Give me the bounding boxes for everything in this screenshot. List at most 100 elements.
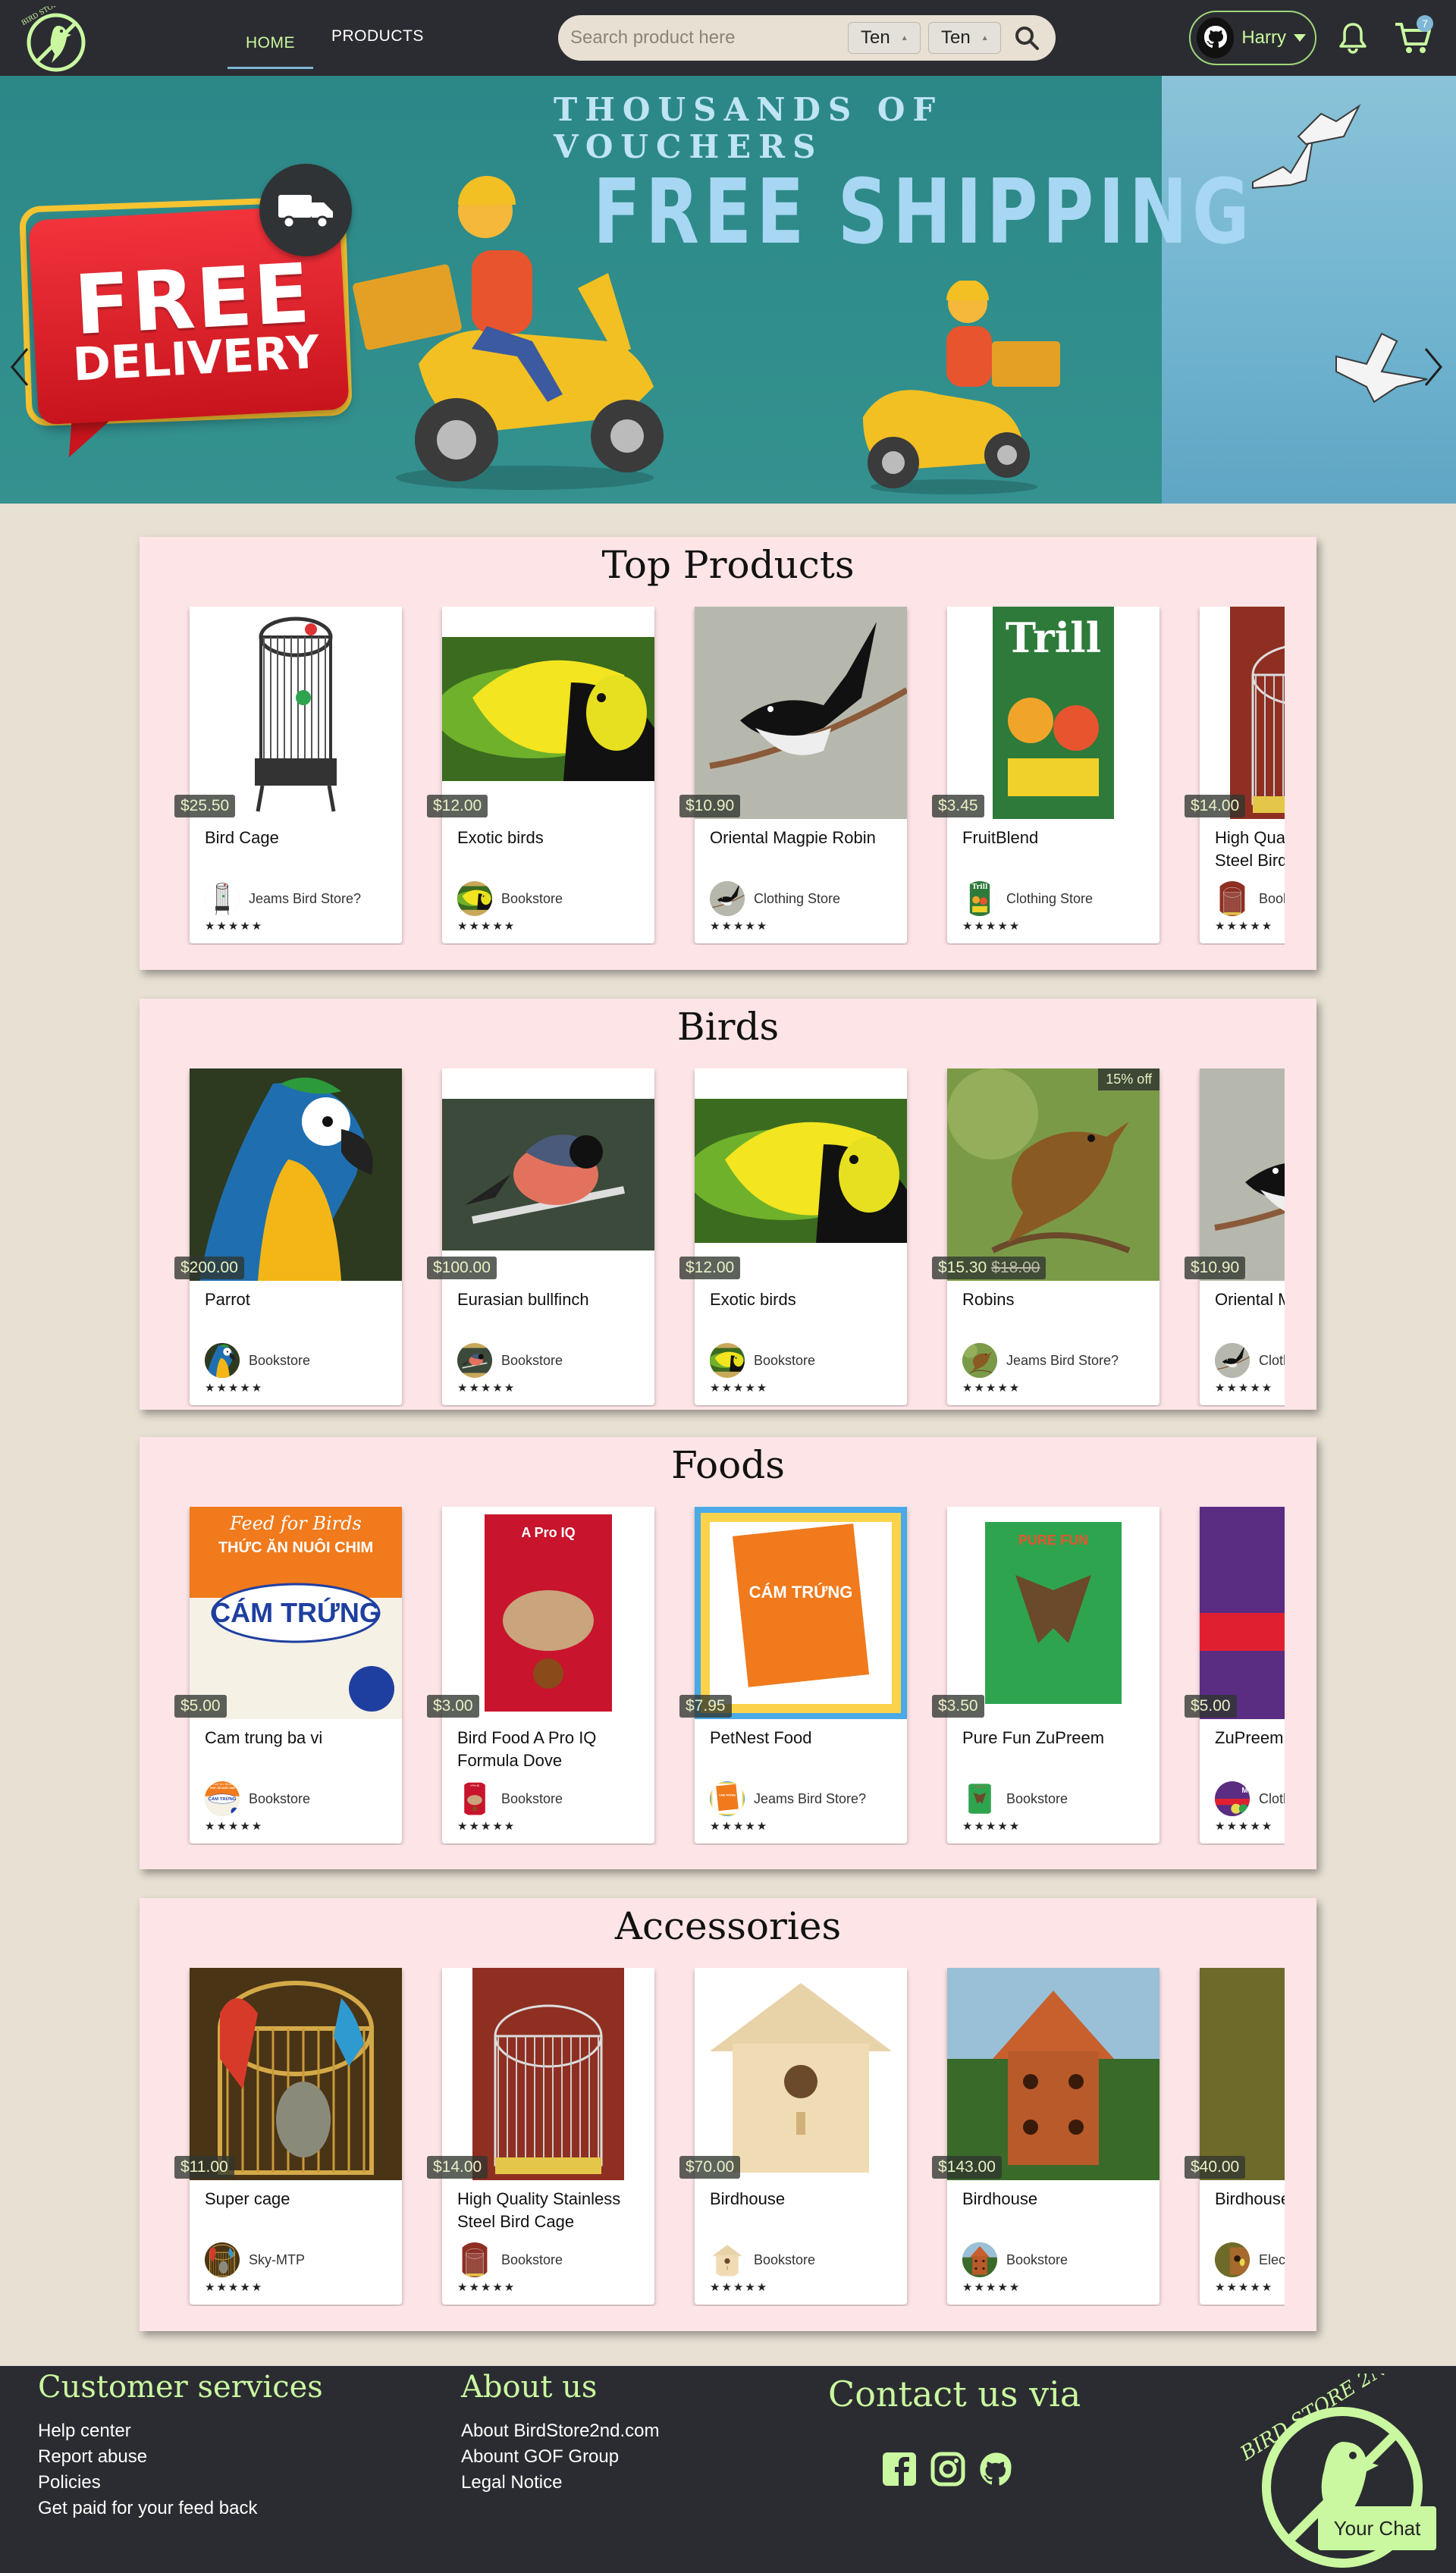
product-image[interactable]: A Pro IQ xyxy=(442,1507,654,1719)
product-image[interactable] xyxy=(190,607,402,819)
product-card[interactable]: $14.00 High Quality Stainless Steel Bird … xyxy=(427,1968,654,2305)
product-store[interactable]: CÁM TRỨNG Jeams Bird Store? xyxy=(710,1781,866,1816)
product-store[interactable]: Sky-MTP xyxy=(205,2242,305,2277)
product-store[interactable]: Jeams Bird Store? xyxy=(962,1343,1119,1378)
chat-button[interactable]: Your Chat xyxy=(1318,2506,1436,2550)
product-image[interactable] xyxy=(442,1968,654,2180)
github-icon[interactable] xyxy=(978,2451,1015,2487)
product-image[interactable]: PURE FUN xyxy=(947,1507,1159,1719)
product-name[interactable]: Super cage xyxy=(205,2188,394,2211)
instagram-icon[interactable] xyxy=(930,2451,966,2487)
product-card[interactable]: CÁM TRỨNG $7.95 PetNest Food CÁM TRỨNG Jeams… xyxy=(679,1507,907,1843)
search-input[interactable] xyxy=(570,23,840,53)
footer-link-policies[interactable]: Policies xyxy=(38,2472,101,2493)
product-card[interactable]: A Pro IQ $3.00 Bird Food A Pro IQ Formula … xyxy=(427,1507,654,1843)
product-name[interactable]: Parrot xyxy=(205,1288,394,1311)
product-store[interactable]: Bookstore xyxy=(710,1343,815,1378)
order-select[interactable]: Ten ▲︎ xyxy=(928,22,1001,54)
product-image[interactable] xyxy=(695,1068,907,1281)
product-store[interactable]: Feed for Birds THỨC ĂN NUÔI CHIM CÁM TRỨNG… xyxy=(205,1781,310,1816)
product-store[interactable]: A Pro IQ Bookstore xyxy=(457,1781,563,1816)
product-name[interactable]: Oriental Magpie Robin xyxy=(1215,1288,1285,1311)
product-image[interactable] xyxy=(695,607,907,819)
footer-link-report-abuse[interactable]: Report abuse xyxy=(38,2446,147,2468)
product-card[interactable]: $12.00 Exotic birds Bookstore ★★★★★ xyxy=(427,607,654,943)
search-button[interactable] xyxy=(1009,20,1045,56)
product-image[interactable] xyxy=(1200,1068,1285,1281)
product-card[interactable]: $143.00 Birdhouse Bookstore ★★★★★ xyxy=(932,1968,1159,2305)
product-image[interactable]: M xyxy=(1200,1507,1285,1719)
product-image[interactable] xyxy=(190,1968,402,2180)
product-image[interactable]: CÁM TRỨNG xyxy=(695,1507,907,1719)
product-store[interactable]: Electronics Store xyxy=(1215,2242,1285,2277)
product-card[interactable]: 15% off $15.30 $18.00 Robins Jeams Bird Stor… xyxy=(932,1068,1159,1405)
product-name[interactable]: PetNest Food xyxy=(710,1727,899,1749)
product-store[interactable]: Bookstore xyxy=(1215,881,1285,916)
product-card[interactable]: Feed for Birds THỨC ĂN NUÔI CHIM CÁM TRỨNG… xyxy=(174,1507,402,1843)
product-name[interactable]: Robins xyxy=(962,1288,1152,1311)
product-image[interactable] xyxy=(947,1068,1159,1281)
product-store[interactable]: Clothing Store xyxy=(710,881,840,916)
product-store[interactable]: Clothing Store xyxy=(1215,1343,1285,1378)
product-name[interactable]: High Quality Stainless Steel Bird Cage xyxy=(457,2188,647,2233)
product-card[interactable]: PURE FUN $3.50 Pure Fun ZuPreem PURE FUN Boo… xyxy=(932,1507,1159,1843)
product-store[interactable]: Bookstore xyxy=(962,2242,1068,2277)
product-name[interactable]: Birdhouse xyxy=(710,2188,899,2211)
bell-icon[interactable] xyxy=(1338,21,1368,55)
footer-link-about-site[interactable]: About BirdStore2nd.com xyxy=(461,2421,659,2442)
product-card[interactable]: $10.90 Oriental Magpie Robin Clothing Stor… xyxy=(679,607,907,943)
product-card[interactable]: $12.00 Exotic birds Bookstore ★★★★★ xyxy=(679,1068,907,1405)
product-card[interactable]: $14.00 High Quality Stainless Steel Bird … xyxy=(1185,607,1285,943)
product-store[interactable]: Bookstore xyxy=(205,1343,310,1378)
product-image[interactable] xyxy=(442,607,654,819)
product-card[interactable]: Trill $3.45 FruitBlend Trill Clothing Store ★… xyxy=(932,607,1159,943)
product-card[interactable]: $25.50 Bird Cage Jeams Bird Store? ★★★★★ xyxy=(174,607,402,943)
product-image[interactable] xyxy=(442,1068,654,1281)
product-card[interactable]: M$5.00ZuPreem NaturalMClothing Store★★★★… xyxy=(1185,1507,1285,1843)
product-name[interactable]: Exotic birds xyxy=(457,827,647,849)
facebook-icon[interactable] xyxy=(881,2451,918,2487)
product-name[interactable]: Birdhouse xyxy=(962,2188,1152,2211)
product-image[interactable] xyxy=(190,1068,402,1281)
footer-link-legal[interactable]: Legal Notice xyxy=(461,2472,562,2493)
product-store[interactable]: Bookstore xyxy=(457,1343,563,1378)
product-card[interactable]: $40.00 Birdhouse Electronics Store ★★★★★ xyxy=(1185,1968,1285,2305)
product-image[interactable] xyxy=(947,1968,1159,2180)
product-name[interactable]: FruitBlend xyxy=(962,827,1152,849)
product-store[interactable]: Bookstore xyxy=(457,2242,563,2277)
footer-link-about-group[interactable]: Abount GOF Group xyxy=(461,2446,619,2468)
product-name[interactable]: Bird Cage xyxy=(205,827,394,849)
product-store[interactable]: PURE FUN Bookstore xyxy=(962,1781,1068,1816)
product-card[interactable]: $70.00 Birdhouse Bookstore ★★★★★ xyxy=(679,1968,907,2305)
product-store[interactable]: Bookstore xyxy=(710,2242,815,2277)
product-card[interactable]: $11.00 Super cage Sky-MTP ★★★★★ xyxy=(174,1968,402,2305)
footer-link-help-center[interactable]: Help center xyxy=(38,2421,131,2442)
product-store[interactable]: Jeams Bird Store? xyxy=(205,881,361,916)
product-name[interactable]: Oriental Magpie Robin xyxy=(710,827,899,849)
store-logo[interactable]: BIRD STORE 2ND xyxy=(20,0,88,73)
product-name[interactable]: ZuPreem Natural xyxy=(1215,1727,1285,1749)
product-name[interactable]: Bird Food A Pro IQ Formula Dove xyxy=(457,1727,647,1772)
product-store[interactable]: Bookstore xyxy=(457,881,563,916)
product-image[interactable]: Trill xyxy=(947,607,1159,819)
product-image[interactable] xyxy=(1200,607,1285,819)
carousel-next-arrow[interactable] xyxy=(1421,344,1445,390)
product-image[interactable]: Feed for Birds THỨC ĂN NUÔI CHIM CÁM TRỨNG xyxy=(190,1507,402,1719)
product-name[interactable]: Eurasian bullfinch xyxy=(457,1288,647,1311)
product-name[interactable]: High Quality Stainless Steel Bird Cage xyxy=(1215,827,1285,872)
product-card[interactable]: $100.00 Eurasian bullfinch Bookstore ★★★★★ xyxy=(427,1068,654,1405)
product-store[interactable]: M Clothing Store xyxy=(1215,1781,1285,1816)
product-card[interactable]: $10.90 Oriental Magpie Robin Clothing Stor… xyxy=(1185,1068,1285,1405)
product-card[interactable]: $200.00 Parrot Bookstore ★★★★★ xyxy=(174,1068,402,1405)
product-name[interactable]: Birdhouse xyxy=(1215,2188,1285,2211)
nav-products[interactable]: PRODUCTS xyxy=(313,0,442,76)
carousel-prev-arrow[interactable] xyxy=(8,344,32,390)
product-store[interactable]: Trill Clothing Store xyxy=(962,881,1093,916)
product-name[interactable]: Exotic birds xyxy=(710,1288,899,1311)
sort-select[interactable]: Ten ▲︎ xyxy=(848,22,921,54)
footer-link-feedback[interactable]: Get paid for your feed back xyxy=(38,2498,258,2519)
product-name[interactable]: Pure Fun ZuPreem xyxy=(962,1727,1152,1749)
product-image[interactable] xyxy=(695,1968,907,2180)
user-menu[interactable]: Harry xyxy=(1189,11,1316,65)
product-name[interactable]: Cam trung ba vi xyxy=(205,1727,394,1749)
